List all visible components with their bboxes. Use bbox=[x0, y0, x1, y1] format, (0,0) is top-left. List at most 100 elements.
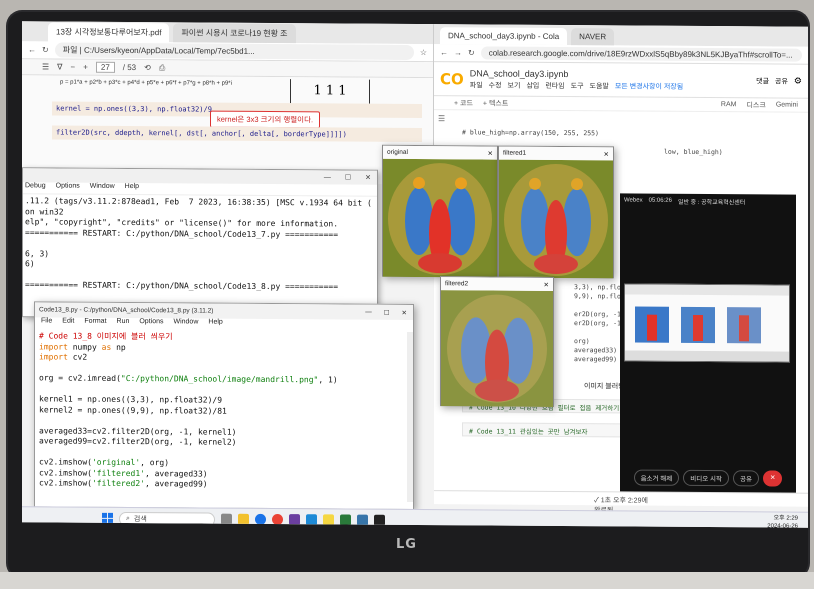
menu-window[interactable]: Window bbox=[90, 183, 115, 194]
mute-button[interactable]: 음소거 해제 bbox=[633, 469, 680, 486]
maximize-icon[interactable]: ☐ bbox=[384, 308, 390, 316]
terminal-icon[interactable] bbox=[374, 514, 385, 526]
menu-help[interactable]: Help bbox=[208, 319, 222, 331]
settings-icon[interactable]: ⚙ bbox=[794, 76, 802, 87]
tab-naver[interactable]: NAVER bbox=[571, 28, 615, 46]
window-title: original bbox=[387, 148, 408, 156]
pdf-url-input[interactable]: 파일 | C:/Users/kyeon/AppData/Local/Temp/7… bbox=[54, 42, 414, 60]
video-button[interactable]: 비디오 시작 bbox=[683, 469, 729, 487]
maximize-icon[interactable]: ☐ bbox=[345, 174, 351, 182]
filtered1-image-window: filtered1 ✕ bbox=[498, 145, 614, 279]
code-line: # blue_high=np.array(150, 255, 255) bbox=[462, 128, 599, 138]
menu-run[interactable]: Run bbox=[117, 318, 130, 330]
close-icon[interactable]: ✕ bbox=[544, 280, 549, 288]
menu-format[interactable]: Format bbox=[84, 318, 106, 330]
toc-icon[interactable]: ☰ bbox=[438, 114, 447, 123]
webex-timer: 05:06:26 bbox=[648, 197, 672, 204]
taskbar-clock[interactable]: 오후 2:29 2024-06-26 bbox=[767, 514, 798, 528]
code-line: low, blue_high) bbox=[664, 147, 723, 157]
back-icon[interactable]: ← bbox=[440, 48, 448, 57]
search-icon: ⌕ bbox=[126, 514, 130, 522]
close-icon[interactable]: ✕ bbox=[488, 149, 493, 157]
menu-help[interactable]: 도움말 bbox=[590, 81, 609, 91]
webex-window: Webex 05:06:26 일반 중 : 공학교육혁신센터 음소거 해제 비디… bbox=[620, 193, 796, 493]
vscode-icon[interactable] bbox=[306, 514, 317, 526]
mandrill-image bbox=[383, 158, 497, 278]
notebook-title[interactable]: DNA_school_day3.ipynb bbox=[470, 68, 683, 79]
close-icon[interactable]: ✕ bbox=[402, 308, 407, 316]
pdf-browser-window: 13장 시각정보통다루어보자.pdf 파이썬 시용시 코로나19 현황 조 ← … bbox=[22, 21, 434, 185]
page-total: / 53 bbox=[122, 62, 137, 73]
ram-label: RAM bbox=[720, 101, 737, 109]
editor-scrollbar[interactable] bbox=[407, 331, 413, 502]
menu-options[interactable]: Options bbox=[139, 318, 163, 330]
share-button[interactable]: 공유 bbox=[775, 76, 788, 86]
share-button[interactable]: 공유 bbox=[733, 470, 759, 487]
idle-icon[interactable] bbox=[357, 514, 368, 526]
tab-pdf[interactable]: 13장 시각정보통다루어보자.pdf bbox=[48, 22, 170, 43]
python-icon[interactable] bbox=[340, 514, 351, 526]
refresh-icon[interactable]: ↻ bbox=[42, 45, 49, 54]
code-line: averaged33) bbox=[574, 346, 618, 355]
disk-label: 디스크 bbox=[746, 101, 766, 109]
menu-window[interactable]: Window bbox=[173, 318, 198, 330]
page-number-input[interactable]: 27 bbox=[95, 61, 115, 73]
menu-view[interactable]: 보기 bbox=[508, 80, 521, 90]
add-text-button[interactable]: + 텍스트 bbox=[483, 98, 508, 108]
windows-start-icon[interactable] bbox=[102, 512, 113, 524]
menu-tools[interactable]: 도구 bbox=[571, 81, 584, 91]
zoom-in-icon[interactable]: + bbox=[83, 63, 88, 72]
window-title: filtered1 bbox=[503, 149, 527, 157]
comment-button[interactable]: 댓글 bbox=[756, 76, 769, 86]
editor-title: Code13_8.py - C:/python/DNA_school/Code1… bbox=[39, 306, 214, 315]
edge-icon[interactable] bbox=[255, 513, 266, 525]
menu-edit[interactable]: 수정 bbox=[489, 80, 502, 90]
menu-options[interactable]: Options bbox=[56, 182, 80, 193]
desk-surface bbox=[0, 572, 814, 589]
print-icon[interactable]: ⎙ bbox=[159, 63, 165, 73]
gemini-button[interactable]: Gemini bbox=[776, 102, 808, 109]
menu-file[interactable]: 파일 bbox=[470, 80, 483, 90]
pdf-code-filter2d: filter2D(src, ddepth, kernel[, dst[, anc… bbox=[52, 125, 422, 143]
shared-screen-thumbnail bbox=[625, 284, 789, 362]
file-explorer-icon[interactable] bbox=[238, 513, 249, 525]
menu-debug[interactable]: Debug bbox=[25, 182, 46, 193]
close-icon[interactable]: ✕ bbox=[365, 174, 371, 182]
forward-icon[interactable]: → bbox=[454, 48, 462, 57]
colab-logo[interactable]: CO bbox=[440, 70, 464, 88]
tab-colab[interactable]: DNA_school_day3.ipynb - Cola bbox=[440, 27, 568, 46]
menu-insert[interactable]: 삽입 bbox=[526, 80, 539, 90]
menu-edit[interactable]: Edit bbox=[62, 318, 74, 330]
rotate-icon[interactable]: ⟲ bbox=[144, 63, 151, 72]
colab-toolbar: + 코드 + 텍스트 RAM 디스크 Gemini bbox=[434, 96, 808, 113]
editor-code[interactable]: # Code 13_8 이미지에 블러 씌우기 import numpy as … bbox=[35, 329, 413, 493]
shell-output[interactable]: .11.2 (tags/v3.11.2:878ead1, Feb 7 2023,… bbox=[23, 194, 377, 295]
menu-file[interactable]: File bbox=[41, 317, 52, 329]
filter-icon[interactable]: ∇ bbox=[57, 63, 62, 72]
chrome-icon[interactable] bbox=[272, 514, 283, 526]
list-icon[interactable]: ☰ bbox=[42, 62, 49, 71]
colab-status-bar: ✓ 1초 오후 2:29에 완료됨 bbox=[434, 490, 808, 514]
back-icon[interactable]: ← bbox=[28, 45, 36, 54]
zoom-out-icon[interactable]: − bbox=[71, 63, 76, 72]
colab-header: CO DNA_school_day3.ipynb 파일 수정 보기 삽입 런타임… bbox=[434, 62, 808, 99]
tab-covid[interactable]: 파이썬 시용시 코로나19 현황 조 bbox=[173, 23, 296, 44]
filtered2-image-window: filtered2 ✕ bbox=[440, 276, 554, 407]
clock-date: 2024-06-26 bbox=[767, 523, 798, 528]
menu-help[interactable]: Help bbox=[125, 183, 139, 194]
filtered1-titlebar: filtered1 ✕ bbox=[499, 146, 613, 161]
taskview-icon[interactable] bbox=[221, 513, 232, 525]
colab-url-input[interactable]: colab.research.google.com/drive/18E9rzWD… bbox=[480, 46, 802, 62]
close-icon[interactable]: ✕ bbox=[604, 150, 609, 158]
pdf-formula: p = p1*a + p2*b + p3*c + p4*d + p5*e + p… bbox=[60, 79, 232, 87]
refresh-icon[interactable]: ↻ bbox=[468, 48, 475, 57]
visual-studio-icon[interactable] bbox=[289, 514, 300, 526]
end-call-button[interactable]: ✕ bbox=[762, 470, 783, 487]
mandrill-blur9-image bbox=[441, 290, 553, 407]
add-code-button[interactable]: + 코드 bbox=[454, 98, 473, 108]
minimize-icon[interactable]: — bbox=[324, 174, 331, 181]
kakaotalk-icon[interactable] bbox=[323, 514, 334, 526]
star-icon[interactable]: ☆ bbox=[420, 48, 427, 57]
minimize-icon[interactable]: — bbox=[365, 308, 372, 316]
menu-runtime[interactable]: 런타임 bbox=[545, 80, 564, 90]
